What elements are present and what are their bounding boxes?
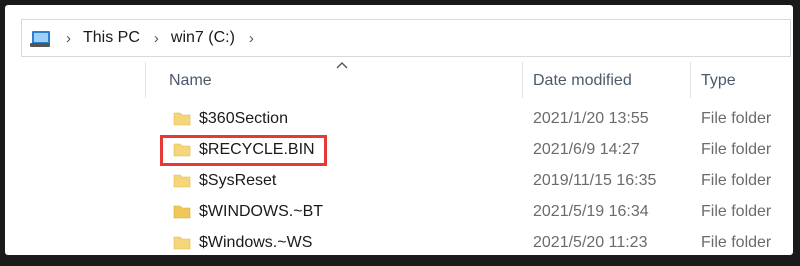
file-date: 2019/11/15 16:35 — [533, 172, 657, 189]
column-date-header[interactable]: Date modified — [533, 72, 632, 90]
column-name-header[interactable]: Name — [169, 72, 212, 90]
file-name: $Windows.~WS — [199, 234, 313, 251]
breadcrumb-this-pc[interactable]: This PC — [83, 29, 140, 47]
file-type: File folder — [701, 110, 772, 127]
address-bar[interactable]: › This PC › win7 (C:) › — [21, 19, 791, 57]
folder-icon — [173, 174, 191, 188]
column-divider[interactable] — [690, 62, 691, 98]
file-type: File folder — [701, 234, 772, 251]
list-item[interactable]: $RECYCLE.BIN 2021/6/9 14:27 File folder — [5, 136, 793, 164]
sort-ascending-icon — [336, 62, 348, 69]
file-type: File folder — [701, 203, 772, 220]
list-item[interactable]: $SysReset 2019/11/15 16:35 File folder — [5, 167, 793, 195]
chevron-right-icon[interactable]: › — [249, 30, 254, 47]
column-type-header[interactable]: Type — [701, 72, 736, 90]
chevron-right-icon[interactable]: › — [154, 30, 159, 47]
file-name: $WINDOWS.~BT — [199, 203, 324, 220]
highlight-box — [160, 135, 327, 166]
file-name: $360Section — [199, 110, 288, 127]
file-type: File folder — [701, 141, 772, 158]
list-item[interactable]: $Windows.~WS 2021/5/20 11:23 File folder — [5, 229, 793, 255]
chevron-right-icon[interactable]: › — [66, 30, 71, 47]
file-date: 2021/5/20 11:23 — [533, 234, 648, 251]
column-divider — [145, 62, 146, 98]
breadcrumb-drive-c[interactable]: win7 (C:) — [171, 29, 235, 47]
list-item[interactable]: $360Section 2021/1/20 13:55 File folder — [5, 105, 793, 133]
file-type: File folder — [701, 172, 772, 189]
file-date: 2021/6/9 14:27 — [533, 141, 640, 158]
folder-icon — [173, 205, 191, 219]
list-item[interactable]: $WINDOWS.~BT 2021/5/19 16:34 File folder — [5, 198, 793, 226]
file-date: 2021/5/19 16:34 — [533, 203, 649, 220]
file-explorer-window: › This PC › win7 (C:) › Name Date modifi… — [5, 5, 793, 255]
file-name: $SysReset — [199, 172, 277, 189]
file-date: 2021/1/20 13:55 — [533, 110, 649, 127]
column-header: Name Date modified Type — [5, 60, 793, 102]
folder-icon — [173, 112, 191, 126]
folder-icon — [173, 236, 191, 250]
this-pc-icon — [30, 28, 52, 48]
column-divider[interactable] — [522, 62, 523, 98]
